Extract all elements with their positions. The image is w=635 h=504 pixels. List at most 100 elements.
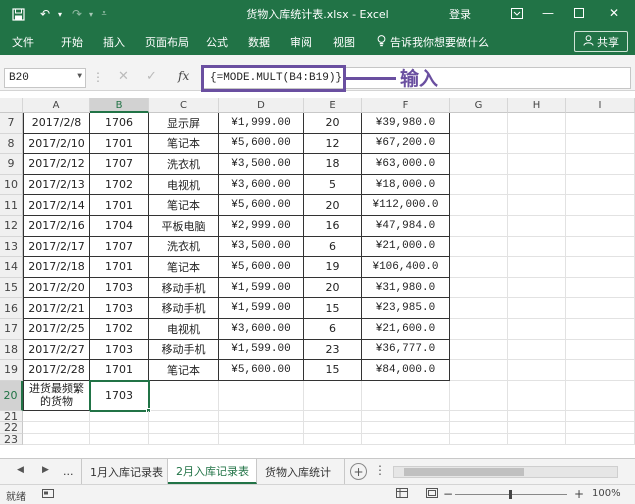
- normal-view-icon[interactable]: [396, 488, 408, 501]
- cell-empty[interactable]: [508, 433, 566, 446]
- cell-empty[interactable]: [566, 433, 635, 446]
- tab-home[interactable]: 开始: [61, 34, 83, 50]
- tab-view[interactable]: 视图: [333, 34, 355, 50]
- cell-qty[interactable]: 20: [304, 277, 362, 299]
- cell-empty[interactable]: [508, 319, 566, 340]
- spreadsheet-grid[interactable]: A B C D E F G H I 7 2017/2/8 1706 显示屏 ¥1,999.00 20 ¥39,…: [0, 98, 635, 458]
- cell-code[interactable]: 1701: [90, 133, 149, 155]
- cell-amount[interactable]: ¥36,777.0: [362, 339, 450, 361]
- cell-name[interactable]: 电视机: [149, 319, 219, 340]
- cell-empty[interactable]: [450, 433, 508, 446]
- cell-empty[interactable]: [450, 339, 508, 361]
- cell-amount[interactable]: ¥39,980.0: [362, 113, 450, 134]
- cell-amount[interactable]: ¥21,600.0: [362, 319, 450, 340]
- cell-name[interactable]: 显示屏: [149, 113, 219, 134]
- cell-empty[interactable]: [450, 154, 508, 175]
- row-header[interactable]: 23: [0, 433, 23, 446]
- cell-date[interactable]: 2017/2/16: [23, 216, 90, 237]
- cell-price[interactable]: ¥5,600.00: [219, 195, 304, 216]
- cell-date[interactable]: 2017/2/13: [23, 174, 90, 196]
- cell-date[interactable]: 2017/2/17: [23, 236, 90, 258]
- next-sheet-icon[interactable]: ▶: [42, 465, 49, 475]
- column-header-c[interactable]: C: [149, 98, 219, 113]
- row-header[interactable]: 19: [0, 360, 23, 381]
- row-header[interactable]: 10: [0, 174, 23, 196]
- cell-empty[interactable]: [508, 236, 566, 258]
- cell-empty[interactable]: [149, 410, 219, 423]
- cell-code[interactable]: 1707: [90, 236, 149, 258]
- cell-empty[interactable]: [450, 380, 508, 411]
- cell-name[interactable]: 电视机: [149, 174, 219, 196]
- row-header[interactable]: 9: [0, 154, 23, 175]
- cell-price[interactable]: ¥5,600.00: [219, 257, 304, 278]
- cell-empty[interactable]: [566, 216, 635, 237]
- cell-empty[interactable]: [90, 433, 149, 446]
- cell-empty[interactable]: [566, 154, 635, 175]
- cell-empty[interactable]: [566, 410, 635, 423]
- row-header[interactable]: 7: [0, 113, 23, 134]
- cell-date[interactable]: 2017/2/8: [23, 113, 90, 134]
- maximize-icon[interactable]: [568, 3, 590, 23]
- cell-empty[interactable]: [90, 410, 149, 423]
- cell-code[interactable]: 1704: [90, 216, 149, 237]
- cell-qty[interactable]: 20: [304, 195, 362, 216]
- sheet-tab-january[interactable]: 1月入库记录表: [82, 459, 168, 484]
- column-header-b[interactable]: B: [90, 98, 149, 113]
- cell-code[interactable]: 1703: [90, 298, 149, 319]
- cell-name[interactable]: 洗衣机: [149, 154, 219, 175]
- column-header-a[interactable]: A: [23, 98, 90, 113]
- cell-qty[interactable]: 16: [304, 216, 362, 237]
- cell-empty[interactable]: [304, 433, 362, 446]
- cell-price[interactable]: ¥3,500.00: [219, 236, 304, 258]
- cell-price[interactable]: ¥3,600.00: [219, 319, 304, 340]
- cell-empty[interactable]: [566, 339, 635, 361]
- cell-empty[interactable]: [362, 380, 450, 411]
- cell-code[interactable]: 1701: [90, 195, 149, 216]
- cell-empty[interactable]: [508, 410, 566, 423]
- cell-amount[interactable]: ¥112,000.0: [362, 195, 450, 216]
- sheet-tab-overflow[interactable]: ...: [58, 459, 82, 484]
- login-link[interactable]: 登录: [449, 6, 471, 22]
- cell-qty[interactable]: 15: [304, 360, 362, 381]
- cell-empty[interactable]: [304, 380, 362, 411]
- cell-qty[interactable]: 12: [304, 133, 362, 155]
- cell-empty[interactable]: [566, 298, 635, 319]
- cell-name[interactable]: 笔记本: [149, 133, 219, 155]
- cell-empty[interactable]: [90, 422, 149, 434]
- close-icon[interactable]: ✕: [603, 3, 625, 23]
- cell-empty[interactable]: [219, 380, 304, 411]
- sheet-tab-february[interactable]: 2月入库记录表: [168, 459, 257, 484]
- column-header-f[interactable]: F: [362, 98, 450, 113]
- zoom-out-icon[interactable]: −: [443, 487, 453, 501]
- cell-date[interactable]: 2017/2/21: [23, 298, 90, 319]
- cell-amount[interactable]: ¥47,984.0: [362, 216, 450, 237]
- cell-empty[interactable]: [508, 216, 566, 237]
- cell-empty[interactable]: [566, 174, 635, 196]
- cell-empty[interactable]: [566, 195, 635, 216]
- cell-qty[interactable]: 20: [304, 113, 362, 134]
- cell-code[interactable]: 1703: [90, 339, 149, 361]
- cell-date[interactable]: 2017/2/12: [23, 154, 90, 175]
- select-all-corner[interactable]: [0, 98, 23, 113]
- cell-empty[interactable]: [23, 433, 90, 446]
- row-header[interactable]: 20: [0, 380, 23, 411]
- cell-qty[interactable]: 18: [304, 154, 362, 175]
- minimize-icon[interactable]: —: [537, 3, 559, 23]
- cell-empty[interactable]: [566, 319, 635, 340]
- cell-price[interactable]: ¥3,600.00: [219, 174, 304, 196]
- cell-name[interactable]: 移动手机: [149, 298, 219, 319]
- name-box[interactable]: B20 ▼: [4, 68, 86, 88]
- add-sheet-button[interactable]: +: [350, 463, 367, 480]
- cell-empty[interactable]: [362, 433, 450, 446]
- cell-price[interactable]: ¥1,999.00: [219, 113, 304, 134]
- row-header[interactable]: 15: [0, 277, 23, 299]
- cell-amount[interactable]: ¥31,980.0: [362, 277, 450, 299]
- split-handle-icon[interactable]: ⋮: [374, 463, 386, 477]
- cell-empty[interactable]: [304, 422, 362, 434]
- insert-function-icon[interactable]: fx: [178, 69, 189, 83]
- cell-name[interactable]: 笔记本: [149, 195, 219, 216]
- cell-empty[interactable]: [566, 113, 635, 134]
- row-header[interactable]: 16: [0, 298, 23, 319]
- column-header-i[interactable]: I: [566, 98, 635, 113]
- cell-price[interactable]: ¥3,500.00: [219, 154, 304, 175]
